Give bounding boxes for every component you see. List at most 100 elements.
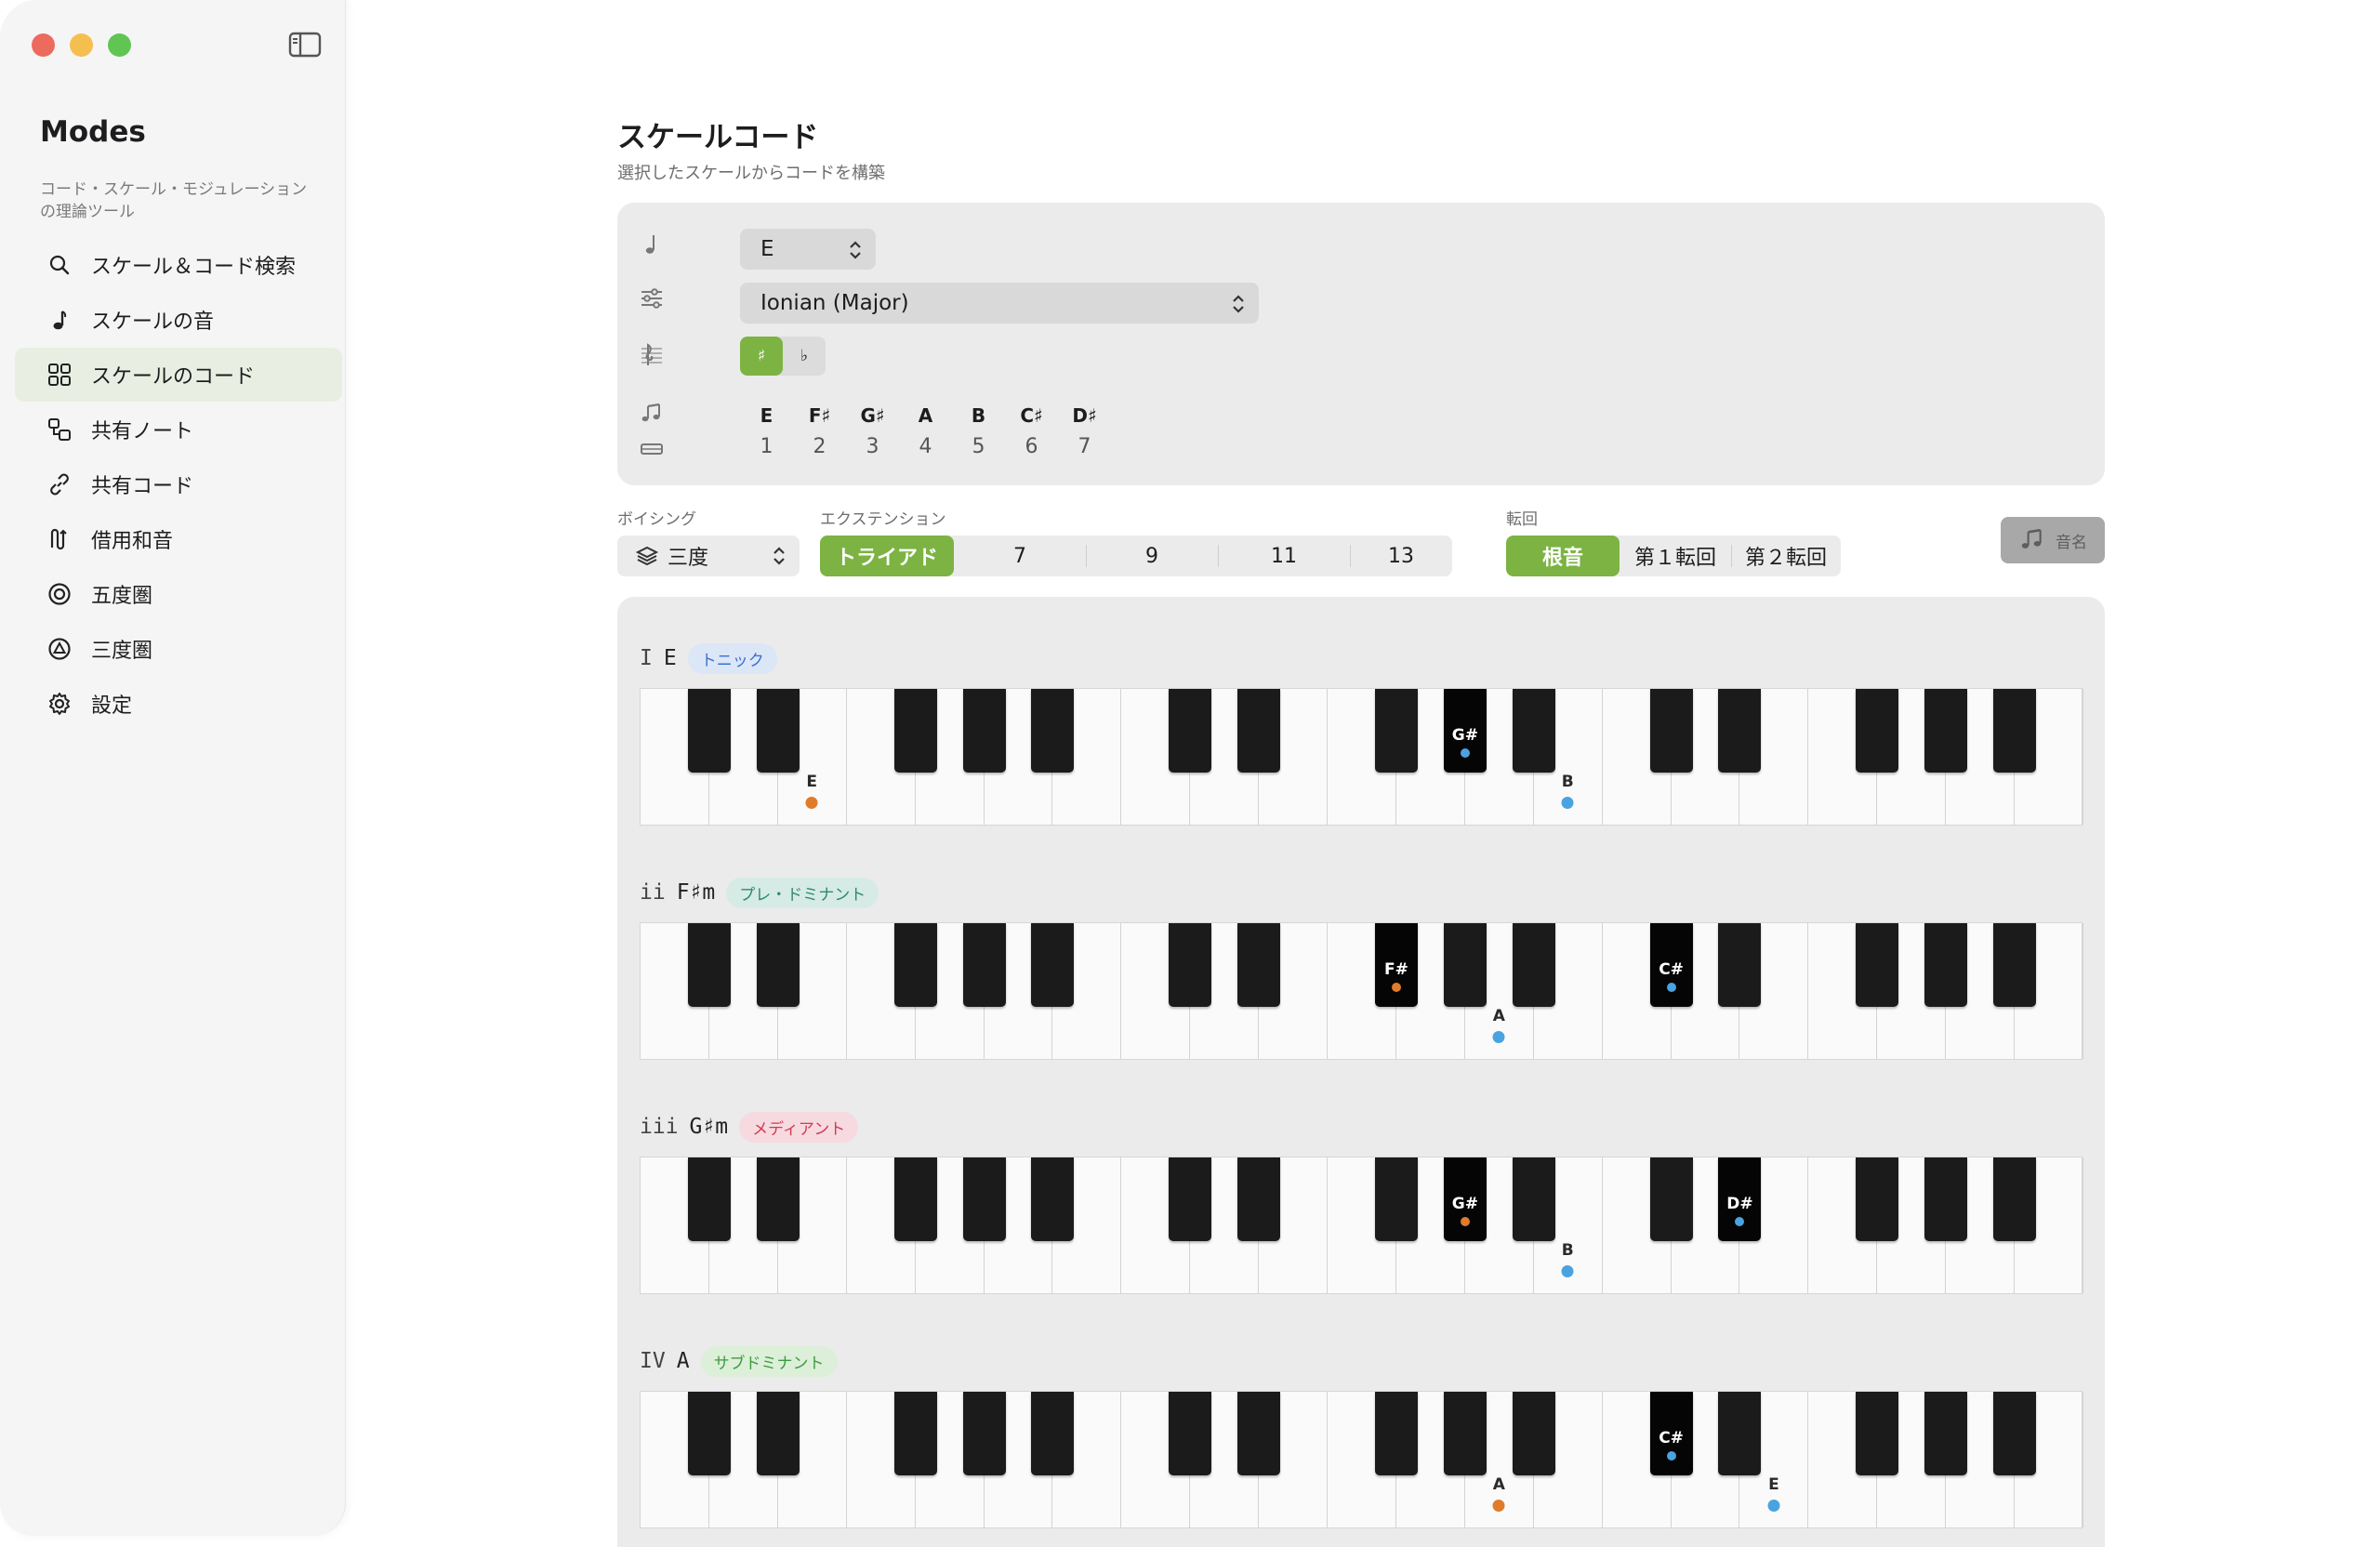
- black-key[interactable]: [1718, 923, 1762, 1007]
- extension-13-button[interactable]: 13: [1350, 536, 1452, 576]
- chord-tone-dot: [1561, 797, 1574, 809]
- black-key[interactable]: [1924, 923, 1968, 1007]
- black-key[interactable]: [1031, 1157, 1075, 1241]
- extension-7-button[interactable]: 7: [954, 536, 1086, 576]
- black-key[interactable]: [756, 1392, 800, 1475]
- black-key[interactable]: [1169, 923, 1212, 1007]
- black-key[interactable]: [1031, 689, 1075, 773]
- sidebar-item-shared-chords[interactable]: 共有コード: [15, 457, 342, 511]
- sidebar-item-scale-notes[interactable]: スケールの音: [15, 293, 342, 347]
- black-key[interactable]: [1856, 689, 1899, 773]
- root-note-dot: [1460, 1217, 1470, 1226]
- sidebar-item-shared-notes[interactable]: 共有ノート: [15, 403, 342, 456]
- mode-select[interactable]: Ionian (Major): [740, 283, 1259, 324]
- sidebar-toggle-icon[interactable]: [288, 32, 322, 58]
- black-key[interactable]: C#: [1649, 923, 1693, 1007]
- sidebar-item-label: スケールのコード: [91, 365, 256, 389]
- window-controls: [32, 33, 131, 57]
- black-key[interactable]: [1512, 1157, 1555, 1241]
- black-key[interactable]: [893, 1392, 937, 1475]
- black-key[interactable]: [1169, 689, 1212, 773]
- black-key[interactable]: [1649, 689, 1693, 773]
- sidebar-item-borrowed-chords[interactable]: 借用和音: [15, 512, 342, 566]
- zoom-window-button[interactable]: [108, 33, 131, 57]
- black-key[interactable]: F#: [1374, 923, 1418, 1007]
- black-key[interactable]: [1512, 1392, 1555, 1475]
- flat-button[interactable]: ♭: [783, 337, 826, 376]
- sliders-icon: [640, 286, 664, 311]
- black-key[interactable]: [1924, 1392, 1968, 1475]
- black-key[interactable]: [1374, 1157, 1418, 1241]
- black-key[interactable]: [1237, 1392, 1281, 1475]
- note-name: E: [760, 404, 774, 427]
- root-note-select[interactable]: E: [740, 229, 876, 270]
- sidebar-item-search[interactable]: スケール＆コード検索: [15, 238, 342, 292]
- sidebar-item-circle-of-fifths[interactable]: 五度圏: [15, 567, 342, 621]
- circle-of-fifths-icon: [46, 581, 73, 607]
- voicing-select[interactable]: 三度: [617, 536, 800, 576]
- black-key[interactable]: [1374, 689, 1418, 773]
- key-note-label: G#: [1451, 1195, 1478, 1213]
- black-key[interactable]: [756, 689, 800, 773]
- sharp-button[interactable]: ♯: [740, 337, 783, 376]
- black-key[interactable]: [1993, 689, 2037, 773]
- black-key[interactable]: [1512, 923, 1555, 1007]
- black-key[interactable]: [1924, 1157, 1968, 1241]
- black-key[interactable]: [1031, 1392, 1075, 1475]
- black-key[interactable]: [1169, 1157, 1212, 1241]
- black-key[interactable]: [1718, 1392, 1762, 1475]
- black-key[interactable]: [893, 923, 937, 1007]
- black-key[interactable]: [1443, 1392, 1487, 1475]
- inversion-second-button[interactable]: 第２転回: [1731, 536, 1841, 576]
- sidebar-item-circle-of-thirds[interactable]: 三度圏: [15, 622, 342, 676]
- close-window-button[interactable]: [32, 33, 55, 57]
- black-key[interactable]: [1856, 1392, 1899, 1475]
- black-key[interactable]: [1237, 923, 1281, 1007]
- black-key[interactable]: [893, 689, 937, 773]
- black-key[interactable]: [962, 1392, 1006, 1475]
- sidebar-item-settings[interactable]: 設定: [15, 677, 342, 731]
- black-key[interactable]: G#: [1443, 1157, 1487, 1241]
- black-key[interactable]: [1993, 1392, 2037, 1475]
- black-key[interactable]: [962, 689, 1006, 773]
- inversion-first-button[interactable]: 第１転回: [1620, 536, 1731, 576]
- black-key[interactable]: [1649, 1157, 1693, 1241]
- black-key[interactable]: [1374, 1392, 1418, 1475]
- black-key[interactable]: [1924, 689, 1968, 773]
- black-key[interactable]: [687, 1157, 731, 1241]
- inversion-root-button[interactable]: 根音: [1506, 536, 1620, 576]
- black-key[interactable]: [1993, 1157, 2037, 1241]
- extension-11-button[interactable]: 11: [1218, 536, 1350, 576]
- black-key[interactable]: [1169, 1392, 1212, 1475]
- black-key[interactable]: [1856, 1157, 1899, 1241]
- black-key[interactable]: D#: [1718, 1157, 1762, 1241]
- black-key[interactable]: [1512, 689, 1555, 773]
- black-key[interactable]: [1237, 1157, 1281, 1241]
- black-key[interactable]: G#: [1443, 689, 1487, 773]
- black-key[interactable]: [1718, 689, 1762, 773]
- black-key[interactable]: [756, 1157, 800, 1241]
- scale-note: A4: [899, 400, 952, 463]
- sidebar-item-label: スケールの音: [91, 311, 215, 334]
- sidebar-item-scale-chords[interactable]: スケールのコード: [15, 348, 342, 402]
- extension-9-button[interactable]: 9: [1086, 536, 1218, 576]
- black-key[interactable]: [687, 923, 731, 1007]
- black-key[interactable]: [1443, 923, 1487, 1007]
- black-key[interactable]: C#: [1649, 1392, 1693, 1475]
- black-key[interactable]: [962, 923, 1006, 1007]
- extension-triad-button[interactable]: トライアド: [820, 536, 954, 576]
- black-key[interactable]: [756, 923, 800, 1007]
- black-key[interactable]: [1237, 689, 1281, 773]
- black-key[interactable]: [1031, 923, 1075, 1007]
- black-key[interactable]: [962, 1157, 1006, 1241]
- minimize-window-button[interactable]: [70, 33, 93, 57]
- chevron-updown-icon: [848, 240, 863, 266]
- black-key[interactable]: [687, 689, 731, 773]
- black-key[interactable]: [893, 1157, 937, 1241]
- black-key[interactable]: [1856, 923, 1899, 1007]
- black-key[interactable]: [687, 1392, 731, 1475]
- note-names-button[interactable]: 音名: [2001, 517, 2105, 563]
- piano-keyboard: A F# C#: [640, 922, 2083, 1060]
- chord-header: ii F♯m プレ・ドミナント: [640, 874, 2082, 911]
- black-key[interactable]: [1993, 923, 2037, 1007]
